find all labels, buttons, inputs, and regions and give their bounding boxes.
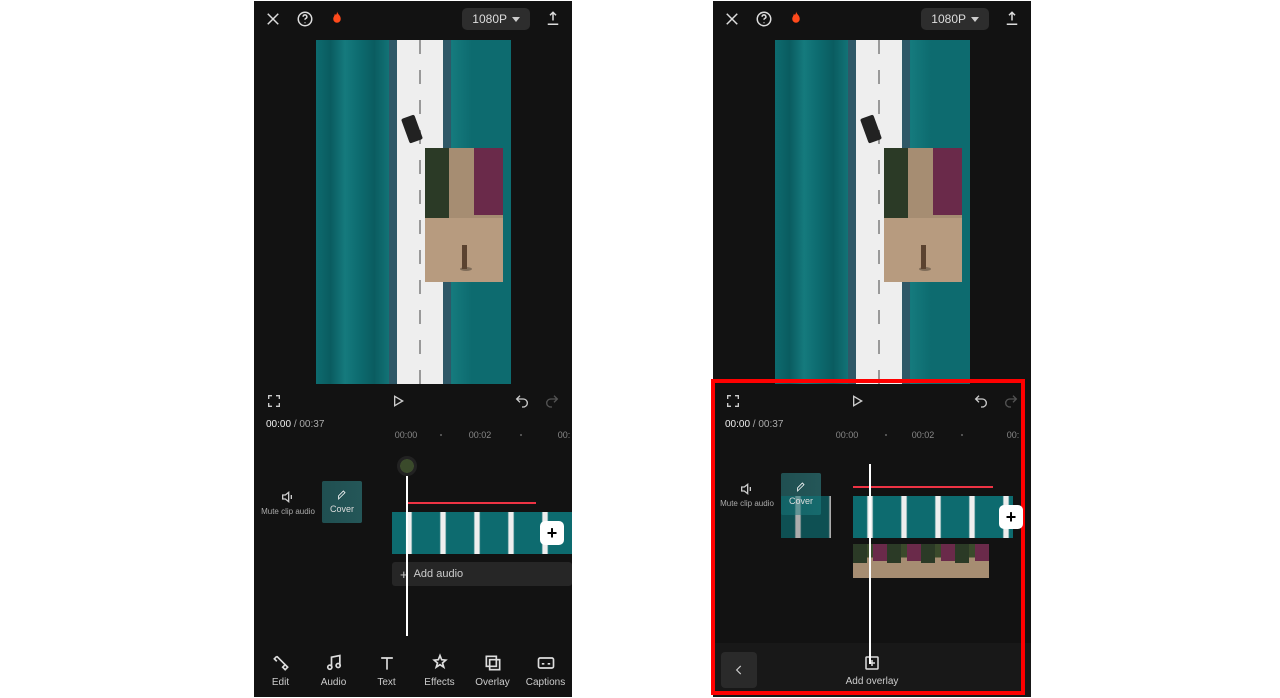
overlay-track[interactable] xyxy=(853,544,989,578)
player-controls xyxy=(254,387,572,415)
video-track[interactable] xyxy=(853,496,1013,538)
chevron-down-icon xyxy=(971,17,979,22)
timecode: 00:00 / 00:37 xyxy=(254,415,572,430)
tick-dot xyxy=(961,434,963,436)
overlay-clip-preview[interactable] xyxy=(884,148,962,282)
resolution-button[interactable]: 1080P xyxy=(462,8,530,30)
preview-canvas[interactable] xyxy=(775,40,970,384)
add-clip-button[interactable]: + xyxy=(540,521,564,545)
resolution-button[interactable]: 1080P xyxy=(921,8,989,30)
add-audio-button[interactable]: + Add audio xyxy=(392,562,572,586)
undo-icon[interactable] xyxy=(514,393,530,409)
timecode: 00:00 / 00:37 xyxy=(713,415,1031,430)
tick-label: 00:02 xyxy=(912,430,935,440)
tool-text[interactable]: Text xyxy=(360,643,413,697)
add-clip-button[interactable]: + xyxy=(999,505,1023,529)
time-total: 00:37 xyxy=(758,419,783,430)
timeline-ruler[interactable]: 00:00 00:02 00: xyxy=(713,430,1031,444)
editor-screen-main: 1080P xyxy=(254,1,572,697)
tick-label: 00: xyxy=(558,430,571,440)
resolution-label: 1080P xyxy=(931,12,966,26)
tool-label: Effects xyxy=(424,677,454,688)
overlay-clip-preview[interactable] xyxy=(425,148,503,282)
time-current: 00:00 xyxy=(266,419,291,430)
tool-captions[interactable]: Captions xyxy=(519,643,572,697)
tick-dot xyxy=(520,434,522,436)
help-icon[interactable] xyxy=(296,10,314,28)
undo-icon[interactable] xyxy=(973,393,989,409)
time-current: 00:00 xyxy=(725,419,750,430)
export-icon[interactable] xyxy=(544,10,562,28)
tool-audio[interactable]: Audio xyxy=(307,643,360,697)
tool-label: Audio xyxy=(321,677,347,688)
flame-icon[interactable] xyxy=(328,10,346,28)
tool-label: Overlay xyxy=(475,677,509,688)
tick-label: 00:02 xyxy=(469,430,492,440)
play-icon[interactable] xyxy=(849,393,865,409)
time-total: 00:37 xyxy=(299,419,324,430)
add-audio-label: Add audio xyxy=(414,568,464,580)
tick-label: 00:00 xyxy=(836,430,859,440)
preview-area[interactable] xyxy=(254,37,572,387)
topbar: 1080P xyxy=(254,1,572,37)
tool-bar: Edit Audio Text Effects Overlay Captions xyxy=(254,643,572,697)
help-icon[interactable] xyxy=(755,10,773,28)
tick-label: 00:00 xyxy=(395,430,418,440)
export-icon[interactable] xyxy=(1003,10,1021,28)
mute-clip-button[interactable]: Mute clip audio xyxy=(254,489,322,516)
play-icon[interactable] xyxy=(390,393,406,409)
flame-icon[interactable] xyxy=(787,10,805,28)
effect-track-line[interactable] xyxy=(853,486,993,488)
close-icon[interactable] xyxy=(264,10,282,28)
tool-label: Edit xyxy=(272,677,289,688)
resolution-label: 1080P xyxy=(472,12,507,26)
player-controls xyxy=(713,387,1031,415)
chevron-down-icon xyxy=(512,17,520,22)
fullscreen-icon[interactable] xyxy=(266,393,282,409)
timeline-ruler[interactable]: 00:00 00:02 00: xyxy=(254,430,572,444)
cover-button[interactable]: Cover xyxy=(322,481,362,523)
tick-label: 00: xyxy=(1007,430,1020,440)
close-icon[interactable] xyxy=(723,10,741,28)
tick-dot xyxy=(440,434,442,436)
tool-edit[interactable]: Edit xyxy=(254,643,307,697)
topbar: 1080P xyxy=(713,1,1031,37)
add-overlay-button[interactable]: Add overlay xyxy=(757,654,987,687)
redo-icon[interactable] xyxy=(544,393,560,409)
tool-label: Captions xyxy=(526,677,565,688)
cover-button[interactable]: Cover xyxy=(781,473,821,515)
tool-overlay[interactable]: Overlay xyxy=(466,643,519,697)
overlay-toolbar: Add overlay xyxy=(713,643,1031,697)
mute-label: Mute clip audio xyxy=(713,499,781,508)
preview-canvas[interactable] xyxy=(316,40,511,384)
mute-clip-button[interactable]: Mute clip audio xyxy=(713,481,781,508)
effect-track-line[interactable] xyxy=(406,502,536,504)
tool-effects[interactable]: Effects xyxy=(413,643,466,697)
redo-icon[interactable] xyxy=(1003,393,1019,409)
cover-label: Cover xyxy=(330,504,354,514)
tick-dot xyxy=(885,434,887,436)
fullscreen-icon[interactable] xyxy=(725,393,741,409)
tool-label: Text xyxy=(377,677,395,688)
mute-label: Mute clip audio xyxy=(254,507,322,516)
back-button[interactable] xyxy=(721,652,757,688)
playhead[interactable] xyxy=(869,464,871,664)
playhead-knob[interactable] xyxy=(397,456,417,476)
add-overlay-label: Add overlay xyxy=(846,676,899,687)
editor-screen-overlay: 1080P 00:00 / 00:37 00:00 00:02 00: xyxy=(713,1,1031,697)
cover-label: Cover xyxy=(789,496,813,506)
preview-area[interactable] xyxy=(713,37,1031,387)
